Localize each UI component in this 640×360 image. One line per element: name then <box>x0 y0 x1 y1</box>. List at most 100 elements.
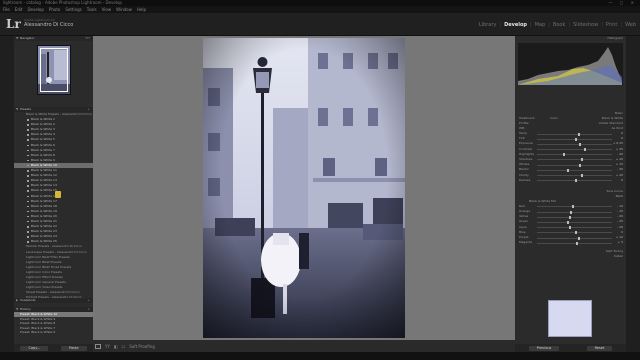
slider-knob[interactable] <box>576 241 578 245</box>
preset-label: Lightroom Color Presets <box>26 269 62 274</box>
preset-bullet-icon <box>27 241 29 243</box>
module-web[interactable]: Web <box>625 22 636 28</box>
slider-label: Purple <box>519 235 529 239</box>
slider-knob[interactable] <box>580 158 583 162</box>
preset-bullet-icon <box>27 144 29 147</box>
slider-track[interactable] <box>537 168 612 172</box>
slider-knob[interactable] <box>574 231 577 235</box>
slider-knob[interactable] <box>567 168 569 172</box>
navigator-header[interactable]: ▼ Navigator FIT <box>14 36 93 41</box>
slider-value[interactable]: 0 <box>621 178 623 183</box>
menu-item-edit[interactable]: Edit <box>15 7 23 12</box>
menu-item-view[interactable]: View <box>102 7 112 12</box>
slider-track[interactable] <box>537 148 612 152</box>
slider-track[interactable] <box>537 174 612 177</box>
module-print[interactable]: Print <box>606 22 618 28</box>
menu-item-help[interactable]: Help <box>137 7 146 12</box>
slider-label: Dehaze <box>519 177 531 182</box>
preset-label: Black & White 18 <box>31 203 57 208</box>
menu-item-file[interactable]: File <box>3 7 10 12</box>
slider-label: Exposure <box>519 141 533 146</box>
menu-item-develop[interactable]: Develop <box>27 7 43 12</box>
menu-item-photo[interactable]: Photo <box>49 7 60 12</box>
slider-track[interactable] <box>537 132 612 136</box>
filmstrip-bar <box>0 352 640 360</box>
slider-knob[interactable] <box>577 236 580 240</box>
slider-knob[interactable] <box>571 205 574 209</box>
slider-knob[interactable] <box>563 153 566 157</box>
detail-preview[interactable] <box>548 300 592 337</box>
slider-knob[interactable] <box>570 210 572 214</box>
slider-knob[interactable] <box>578 132 581 136</box>
slider-value[interactable]: + 5 <box>618 240 623 245</box>
preset-bullet-icon <box>27 129 29 131</box>
compare-view-icon[interactable]: ◧ <box>114 344 118 349</box>
slider-knob[interactable] <box>574 179 577 183</box>
treatment-color-option[interactable]: Color <box>550 116 558 120</box>
slider-track[interactable] <box>537 231 612 235</box>
history-header[interactable]: ▼ History × <box>14 307 93 312</box>
module-map[interactable]: Map <box>535 22 546 28</box>
detail-header[interactable]: Detail <box>515 254 626 259</box>
preset-label: Black & White 23 <box>31 229 57 234</box>
previous-button[interactable]: Previous <box>528 345 560 351</box>
slider-track[interactable] <box>537 210 612 214</box>
add-snapshot-icon[interactable]: + <box>87 298 90 303</box>
slider-track[interactable] <box>537 220 612 224</box>
slider-track[interactable] <box>537 241 612 245</box>
slider-track[interactable] <box>537 142 612 146</box>
slider-knob[interactable] <box>568 215 571 219</box>
slider-label: Green <box>519 219 529 224</box>
left-panel-buttons: Copy... Paste <box>14 344 93 352</box>
slider-track[interactable] <box>537 158 612 162</box>
preset-bullet-icon <box>27 220 29 223</box>
menu-item-settings[interactable]: Settings <box>65 7 81 12</box>
slider-knob[interactable] <box>568 226 571 230</box>
histogram[interactable] <box>518 43 623 85</box>
slider-track[interactable] <box>537 137 612 141</box>
module-slideshow[interactable]: Slideshow <box>573 22 598 28</box>
histogram-header[interactable]: Histogram <box>515 36 626 41</box>
slider-label: Yellow <box>519 214 529 219</box>
clear-history-icon[interactable]: × <box>87 307 90 312</box>
slider-knob[interactable] <box>579 163 581 167</box>
preset-bullet-icon <box>27 236 29 238</box>
navigator-viewport-frame[interactable] <box>40 48 68 92</box>
bw-mix-sliders: Red - 10 Orange - 15 Yellow - 20 Green - 25 Aqua… <box>515 204 626 246</box>
slider-knob[interactable] <box>574 137 577 141</box>
preset-label: Black & White 4 <box>31 132 55 137</box>
main-photo[interactable] <box>203 38 405 338</box>
reset-button[interactable]: Reset <box>586 345 613 351</box>
photo-image <box>203 38 405 338</box>
slider-knob[interactable] <box>567 220 569 224</box>
slider-track[interactable] <box>537 153 612 157</box>
snapshots-header[interactable]: ▶ Snapshots + <box>14 298 93 303</box>
copy-button[interactable]: Copy... <box>20 345 49 351</box>
paste-button[interactable]: Paste <box>61 345 87 351</box>
soft-proofing-checkbox[interactable]: ☐ <box>122 344 126 349</box>
slider-track[interactable] <box>537 179 612 183</box>
module-develop[interactable]: Develop <box>504 22 527 28</box>
preset-bullet-icon <box>27 149 29 152</box>
loupe-view-icon[interactable] <box>95 343 101 349</box>
menu-item-tools[interactable]: Tools <box>87 7 97 12</box>
module-book[interactable]: Book <box>553 22 565 28</box>
slider-track[interactable] <box>537 163 612 167</box>
slider-knob[interactable] <box>579 142 581 146</box>
slider-track[interactable] <box>537 236 612 240</box>
history-item[interactable]: Preset: Black & White 6 <box>14 330 93 335</box>
slider-knob[interactable] <box>581 174 584 177</box>
slider-track[interactable] <box>537 215 612 219</box>
slider-knob[interactable] <box>583 148 586 152</box>
histogram-label: Histogram <box>607 36 623 40</box>
slider-track[interactable] <box>537 205 612 209</box>
navigator-preview[interactable] <box>37 45 71 95</box>
before-after-icon[interactable]: YY <box>105 344 110 349</box>
module-separator: | <box>568 22 571 28</box>
module-separator: | <box>499 22 502 28</box>
navigator-zoom[interactable]: FIT <box>86 36 90 41</box>
menu-item-window[interactable]: Window <box>116 7 132 12</box>
slider-track[interactable] <box>537 226 612 230</box>
module-library[interactable]: Library <box>479 22 496 28</box>
slider-magenta: Magenta + 5 <box>515 240 626 245</box>
